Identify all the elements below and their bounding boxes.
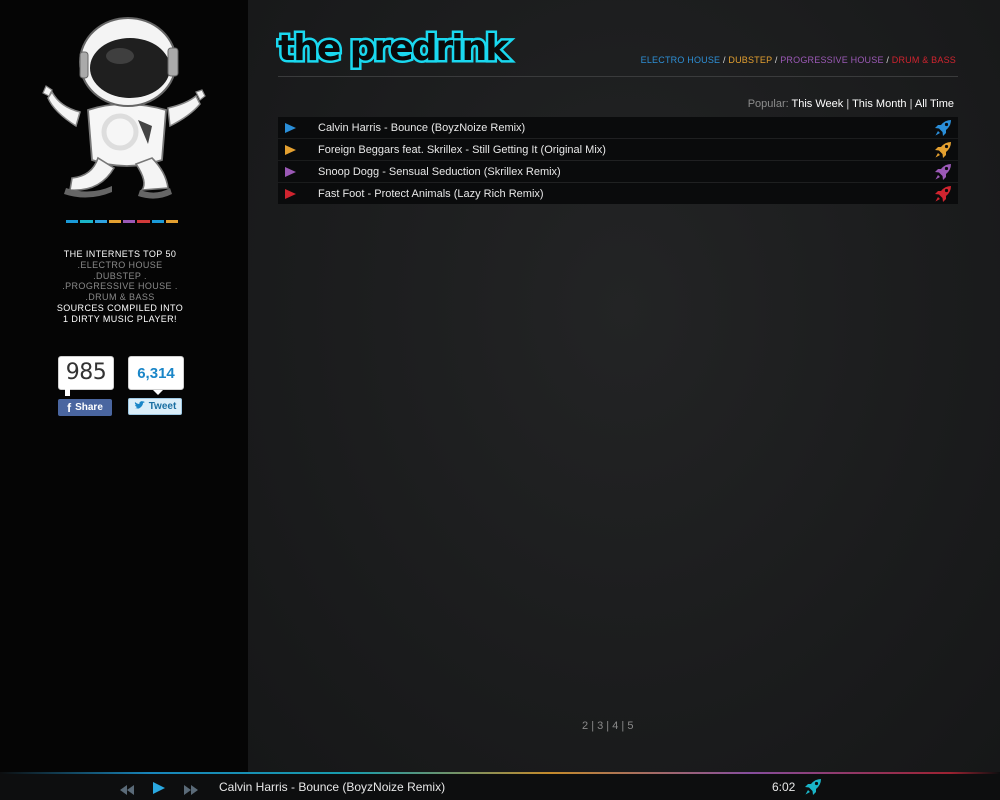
- play-icon[interactable]: [285, 122, 296, 133]
- player-progress-glow: [0, 772, 1000, 774]
- rocket-icon[interactable]: [934, 141, 952, 159]
- twitter-tweet-button[interactable]: Tweet: [128, 398, 182, 415]
- player-bar: Calvin Harris - Bounce (BoyzNoize Remix)…: [0, 772, 1000, 800]
- tagline-line: .PROGRESSIVE HOUSE .: [62, 281, 178, 292]
- page-link-2[interactable]: 2: [582, 720, 588, 732]
- play-icon[interactable]: [153, 781, 165, 799]
- page-link-3[interactable]: 3: [597, 720, 603, 732]
- previous-track-icon[interactable]: [120, 782, 134, 800]
- track-title[interactable]: Snoop Dogg - Sensual Seduction (Skrillex…: [318, 166, 561, 178]
- page-link-4[interactable]: 4: [612, 720, 618, 732]
- genre-link-dubstep[interactable]: DUBSTEP: [728, 55, 772, 65]
- track-row[interactable]: Snoop Dogg - Sensual Seduction (Skrillex…: [278, 161, 958, 182]
- twitter-bird-icon: [133, 400, 145, 413]
- facebook-share-widget[interactable]: 985 f Share: [58, 356, 114, 416]
- color-stripe-segment: [94, 220, 107, 223]
- main-content: the predrink ELECTRO HOUSE / DUBSTEP / P…: [248, 0, 1000, 772]
- popular-all-time-link[interactable]: All Time: [915, 98, 954, 110]
- color-stripe-segment: [165, 220, 178, 223]
- color-stripe-divider: [66, 220, 178, 223]
- site-logo[interactable]: the predrink: [276, 24, 516, 74]
- astronaut-mascot-image: [40, 12, 210, 202]
- rocket-icon[interactable]: [934, 163, 952, 181]
- logo-text: the predrink: [278, 28, 510, 69]
- track-title[interactable]: Fast Foot - Protect Animals (Lazy Rich R…: [318, 188, 544, 200]
- site-tagline: THE INTERNETS TOP 50 .ELECTRO HOUSE .DUBST…: [0, 249, 240, 325]
- popular-this-week-link[interactable]: This Week: [792, 98, 844, 110]
- next-track-icon[interactable]: [184, 782, 198, 800]
- now-playing-title: Calvin Harris - Bounce (BoyzNoize Remix): [219, 780, 446, 794]
- tagline-line: SOURCES COMPILED INTO: [56, 302, 184, 313]
- rocket-icon[interactable]: [934, 119, 952, 137]
- tagline-line: 1 DIRTY MUSIC PLAYER!: [63, 313, 177, 324]
- track-row[interactable]: Foreign Beggars feat. Skrillex - Still G…: [278, 139, 958, 160]
- color-stripe-segment: [108, 220, 121, 223]
- rocket-icon[interactable]: [934, 185, 952, 203]
- header-divider: [278, 76, 958, 77]
- color-stripe-segment: [137, 220, 150, 223]
- color-stripe-segment: [151, 220, 164, 223]
- pagination: 2 | 3 | 4 | 5: [582, 720, 633, 732]
- genre-link-electro-house[interactable]: ELECTRO HOUSE: [641, 55, 721, 65]
- genre-separator: /: [883, 55, 892, 65]
- play-icon[interactable]: [285, 144, 296, 155]
- track-title[interactable]: Calvin Harris - Bounce (BoyzNoize Remix): [318, 122, 525, 134]
- tagline-line: .DUBSTEP .: [93, 270, 147, 281]
- genre-nav: ELECTRO HOUSE / DUBSTEP / PROGRESSIVE HO…: [641, 55, 956, 65]
- track-row[interactable]: Calvin Harris - Bounce (BoyzNoize Remix): [278, 117, 958, 138]
- track-title[interactable]: Foreign Beggars feat. Skrillex - Still G…: [318, 144, 606, 156]
- color-stripe-segment: [123, 220, 136, 223]
- genre-link-drum-bass[interactable]: DRUM & BASS: [892, 55, 956, 65]
- rocket-icon[interactable]: [804, 778, 822, 796]
- play-icon[interactable]: [285, 166, 296, 177]
- track-row[interactable]: Fast Foot - Protect Animals (Lazy Rich R…: [278, 183, 958, 204]
- popular-label: Popular:: [747, 98, 789, 110]
- track-duration: 6:02: [772, 780, 796, 794]
- color-stripe-segment: [80, 220, 93, 223]
- tagline-line: .DRUM & BASS: [85, 292, 155, 303]
- genre-link-progressive-house[interactable]: PROGRESSIVE HOUSE: [780, 55, 883, 65]
- twitter-tweet-count: 6,314: [128, 356, 184, 395]
- facebook-share-label: Share: [75, 402, 103, 413]
- popular-this-month-link[interactable]: This Month: [852, 98, 906, 110]
- popular-filter: Popular: This Week | This Month | All Ti…: [748, 98, 954, 110]
- twitter-tweet-widget[interactable]: 6,314 Tweet: [128, 356, 184, 415]
- sidebar: THE INTERNETS TOP 50 .ELECTRO HOUSE .DUBST…: [0, 0, 248, 772]
- tagline-line: THE INTERNETS TOP 50: [63, 249, 177, 259]
- facebook-icon: f: [67, 400, 72, 415]
- play-icon[interactable]: [285, 188, 296, 199]
- tagline-line: .ELECTRO HOUSE: [77, 259, 163, 270]
- facebook-share-count: 985: [58, 356, 114, 396]
- page-link-5[interactable]: 5: [627, 720, 633, 732]
- track-list: Calvin Harris - Bounce (BoyzNoize Remix)…: [278, 117, 958, 205]
- color-stripe-segment: [66, 220, 79, 223]
- twitter-tweet-label: Tweet: [148, 401, 177, 412]
- facebook-share-button[interactable]: f Share: [58, 399, 112, 416]
